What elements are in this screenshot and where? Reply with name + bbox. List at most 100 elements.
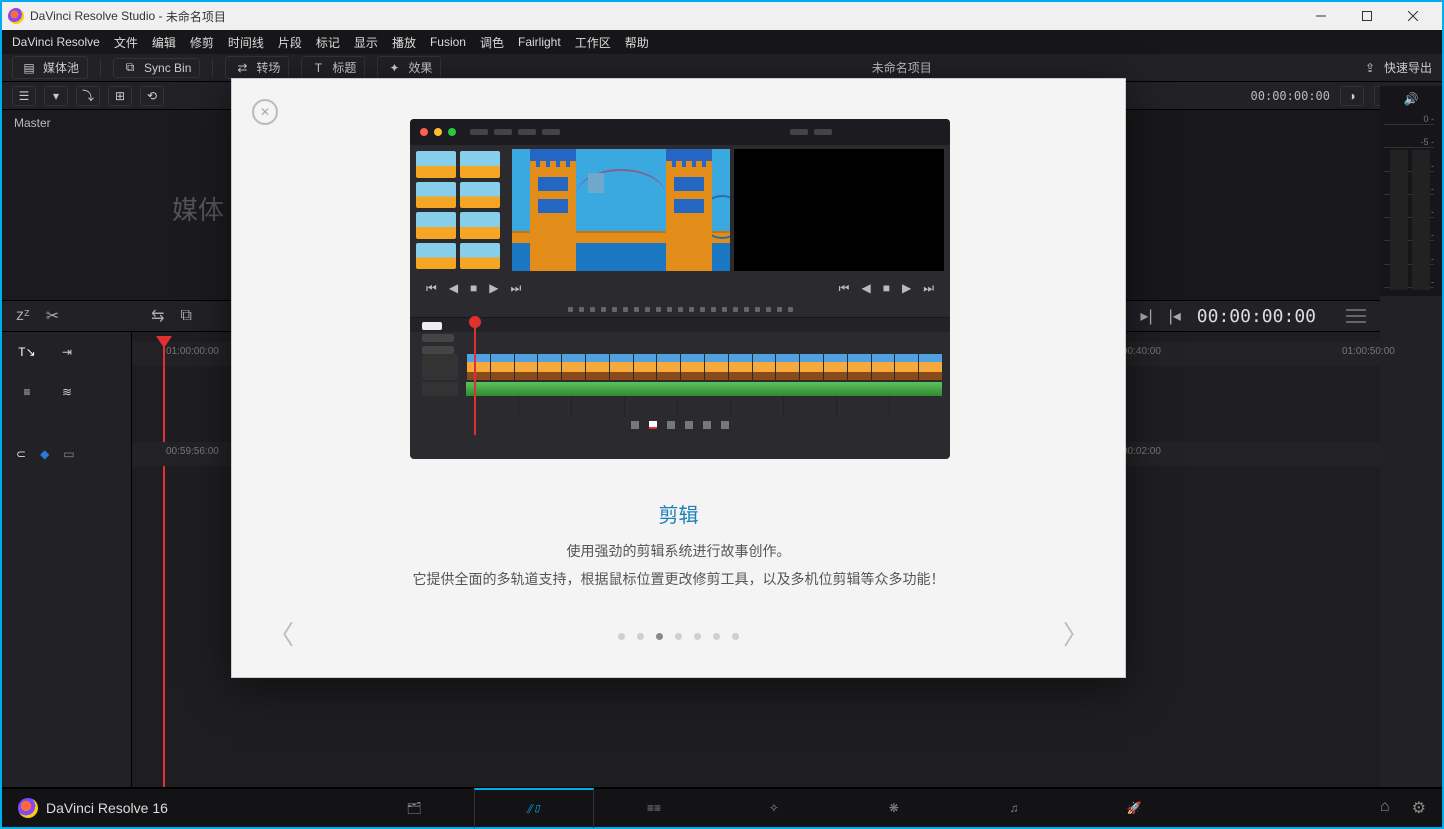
refresh-icon: ⟲ xyxy=(147,89,157,103)
page-tab-cut[interactable]: ⫽▯ xyxy=(474,788,594,828)
fusion-page-icon: ✧ xyxy=(769,801,779,815)
menu-item[interactable]: 文件 xyxy=(114,34,138,51)
viewmode-dropdown[interactable]: ▾ xyxy=(44,86,68,106)
subruler-label: 00:02:00 xyxy=(1122,446,1161,457)
sleep-icon[interactable]: zᶻ xyxy=(16,307,30,325)
menu-item[interactable]: DaVinci Resolve xyxy=(12,35,100,49)
play-icon[interactable]: ▶ xyxy=(902,281,911,296)
viewmode-button[interactable]: ☰ xyxy=(12,86,36,106)
modal-line-2: 它提供全面的多轨道支持，根据鼠标位置更改修剪工具，以及多机位剪辑等众多功能！ xyxy=(232,569,1125,589)
page-dot[interactable] xyxy=(637,633,644,640)
link-icon[interactable]: ⇆ xyxy=(151,306,164,326)
menu-item[interactable]: 调色 xyxy=(480,34,504,51)
center-project-title: 未命名项目 xyxy=(453,59,1350,76)
menu-item[interactable]: 标记 xyxy=(316,34,340,51)
transition-icon: ⇄ xyxy=(234,61,250,75)
mac-close-icon xyxy=(420,128,428,136)
subruler-label: 00:59:56:00 xyxy=(166,446,219,457)
minimize-button[interactable] xyxy=(1298,2,1344,30)
window-title-project: 未命名项目 xyxy=(166,8,226,25)
effects-button[interactable]: ✦ 效果 xyxy=(377,56,441,79)
chevron-down-icon: ▾ xyxy=(53,89,59,103)
prev-icon[interactable]: ◀ xyxy=(861,281,870,296)
syncbin-icon: ⧉ xyxy=(122,61,138,75)
page-tab-fusion[interactable]: ✧ xyxy=(714,788,834,828)
titles-button[interactable]: T 标题 xyxy=(301,56,365,79)
page-dot[interactable] xyxy=(713,633,720,640)
replace-tool-button[interactable]: ≋ xyxy=(56,382,78,402)
newbin-button[interactable]: ⊞ xyxy=(108,86,132,106)
stop-icon[interactable]: ■ xyxy=(470,281,477,296)
page-dot[interactable] xyxy=(618,633,625,640)
page-dot[interactable] xyxy=(694,633,701,640)
modal-page-dots xyxy=(232,633,1125,640)
brand-label: DaVinci Resolve 16 xyxy=(18,798,168,818)
mac-min-icon xyxy=(434,128,442,136)
stop-icon[interactable]: ■ xyxy=(883,281,890,296)
scissors-icon[interactable]: ✂ xyxy=(46,306,59,326)
menu-item[interactable]: Fairlight xyxy=(518,35,561,49)
text-tool-button[interactable]: T↘ xyxy=(16,342,38,362)
transitions-button[interactable]: ⇄ 转场 xyxy=(225,56,289,79)
hero-source-controls: ⏮ ◀ ■ ▶ ⏭ xyxy=(426,281,521,296)
next-clip-button[interactable]: ▸| xyxy=(1140,306,1152,326)
menu-item[interactable]: 编辑 xyxy=(152,34,176,51)
menu-item[interactable]: 播放 xyxy=(392,34,416,51)
settings-button[interactable]: ⚙ xyxy=(1412,798,1426,818)
first-frame-icon[interactable]: ⏮ xyxy=(839,281,850,296)
magnet-icon[interactable]: ⊂ xyxy=(16,447,26,461)
page-dot[interactable] xyxy=(732,633,739,640)
play-icon[interactable]: ▶ xyxy=(489,281,498,296)
prev-icon[interactable]: ◀ xyxy=(449,281,458,296)
page-tab-fairlight[interactable]: ♫ xyxy=(954,788,1074,828)
menu-item[interactable]: Fusion xyxy=(430,35,466,49)
ruler-label: 01:00:00:00 xyxy=(166,346,219,357)
menu-item[interactable]: 帮助 xyxy=(625,34,649,51)
magnet-row: ⊂ ◆ ▭ xyxy=(2,442,132,466)
menu-item[interactable]: 片段 xyxy=(278,34,302,51)
page-tab-media[interactable]: 🗂 xyxy=(354,788,474,828)
quick-export-button[interactable]: 快速导出 xyxy=(1384,59,1432,76)
page-tab-color[interactable]: ❋ xyxy=(834,788,954,828)
track-icon[interactable]: ▭ xyxy=(63,447,74,461)
export-icon: ⇪ xyxy=(1362,61,1378,75)
last-frame-icon[interactable]: ⏭ xyxy=(923,281,934,296)
refresh-button[interactable]: ⟲ xyxy=(140,86,164,106)
trim-tool-button[interactable]: ⇥ xyxy=(56,342,78,362)
meter-bar-r xyxy=(1412,150,1430,290)
menu-item[interactable]: 工作区 xyxy=(575,34,611,51)
monitor-icon[interactable]: ⧉ xyxy=(181,307,192,325)
maximize-button[interactable] xyxy=(1344,2,1390,30)
speaker-icon[interactable]: 🔊 xyxy=(1404,92,1419,106)
wand-icon: ✦ xyxy=(386,61,402,75)
menu-item[interactable]: 修剪 xyxy=(190,34,214,51)
prev-clip-button[interactable]: |◂ xyxy=(1169,306,1181,326)
page-dot[interactable] xyxy=(675,633,682,640)
modal-hero: ⏮ ◀ ■ ▶ ⏭ ⏮ ◀ ■ ▶ ⏭ xyxy=(410,119,950,459)
scopes-button[interactable]: ◑ xyxy=(1340,86,1364,106)
media-pool-button[interactable]: ▤ 媒体池 xyxy=(12,56,88,79)
page-dot[interactable] xyxy=(656,633,663,640)
sync-bin-button[interactable]: ⧉ Sync Bin xyxy=(113,58,200,78)
last-frame-icon[interactable]: ⏭ xyxy=(511,281,522,296)
hero-preview-image xyxy=(512,149,730,271)
window-titlebar: DaVinci Resolve Studio - 未命名项目 xyxy=(2,2,1442,30)
page-tab-edit[interactable]: ≡≡ xyxy=(594,788,714,828)
marker-icon[interactable]: ◆ xyxy=(40,447,49,461)
menu-item[interactable]: 显示 xyxy=(354,34,378,51)
playhead-line xyxy=(163,346,165,787)
hero-program-controls: ⏮ ◀ ■ ▶ ⏭ xyxy=(839,281,934,296)
deliver-page-icon: 🚀 xyxy=(1126,801,1141,815)
meter-bar-l xyxy=(1390,150,1408,290)
color-page-icon: ❋ xyxy=(889,801,899,815)
home-button[interactable]: ⌂ xyxy=(1380,798,1390,818)
viewer-options-button[interactable] xyxy=(1346,309,1366,323)
close-button[interactable] xyxy=(1390,2,1436,30)
timeline-tool-rail: T↘ ⇥ ≡ ≋ xyxy=(2,332,132,787)
menu-item[interactable]: 时间线 xyxy=(228,34,264,51)
import-button[interactable]: ⤵ xyxy=(76,86,100,106)
first-frame-icon[interactable]: ⏮ xyxy=(426,281,437,296)
page-tab-deliver[interactable]: 🚀 xyxy=(1074,788,1194,828)
insert-tool-button[interactable]: ≡ xyxy=(16,382,38,402)
modal-close-button[interactable]: ✕ xyxy=(252,99,278,125)
